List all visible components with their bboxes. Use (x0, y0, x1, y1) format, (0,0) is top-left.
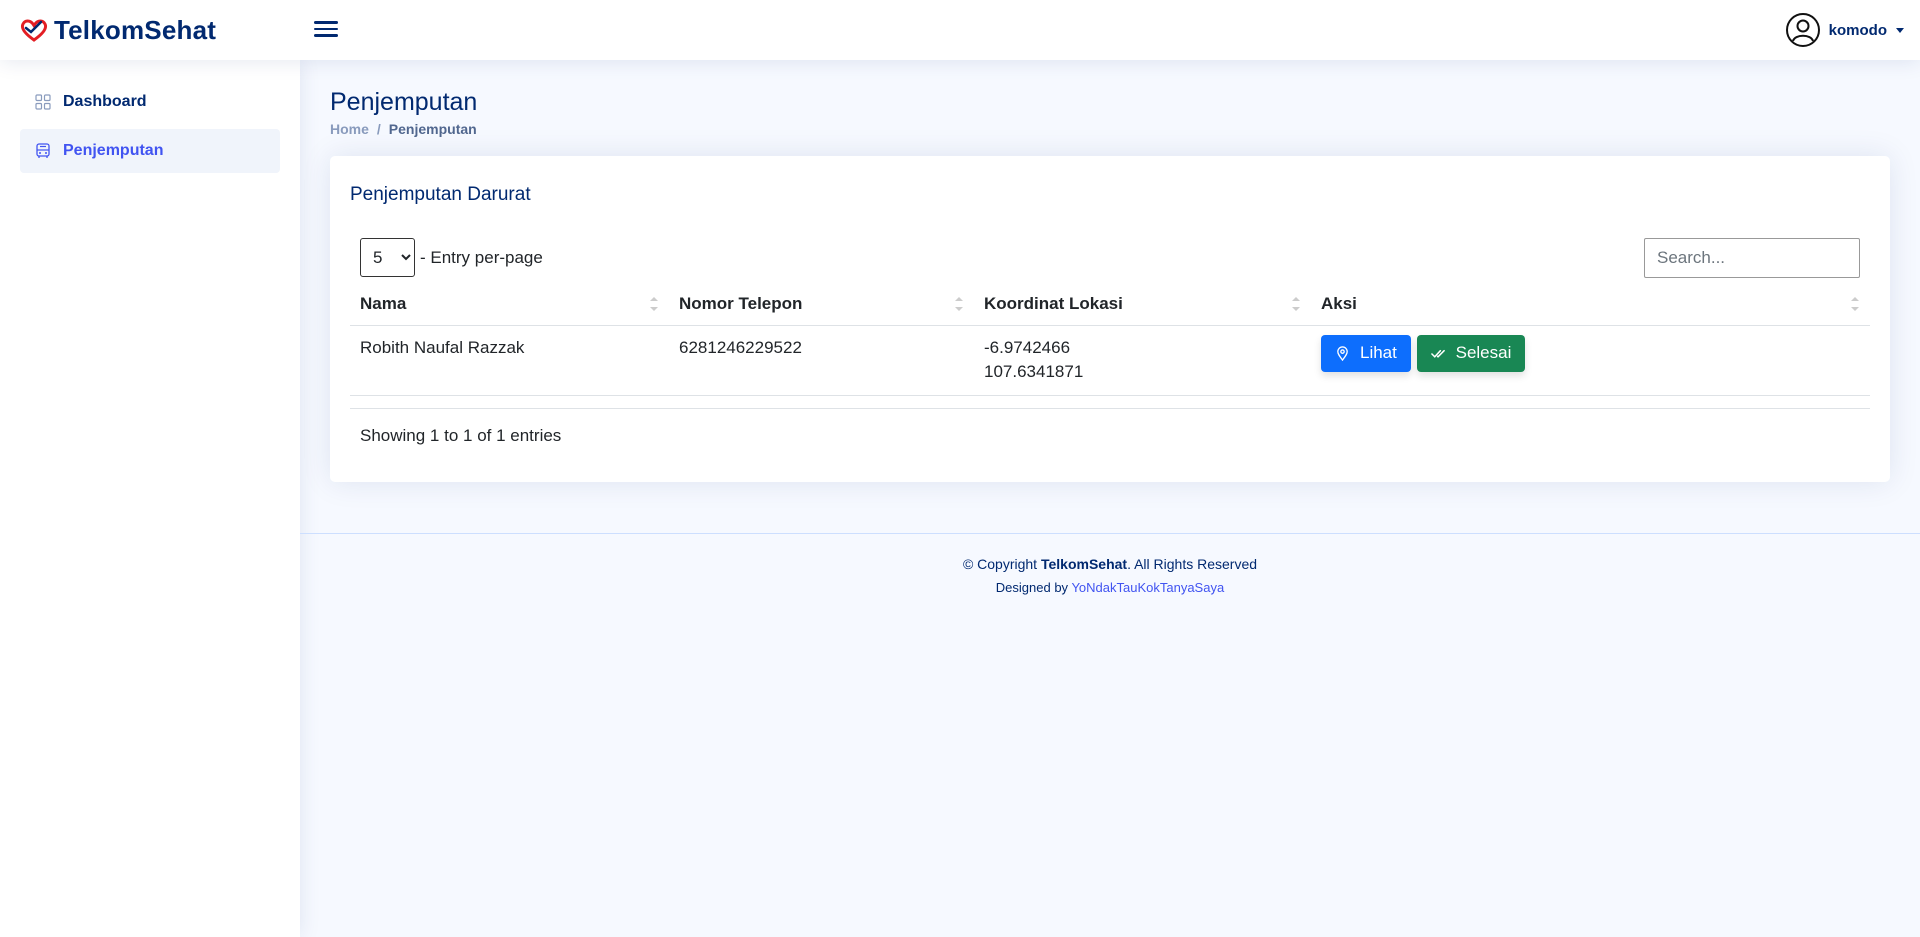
card-title: Penjemputan Darurat (350, 184, 531, 205)
sort-icon (1850, 293, 1860, 317)
brand-logo[interactable]: TelkomSehat (20, 13, 216, 47)
sort-icon (1291, 293, 1301, 317)
cell-aksi: Lihat Selesai (1311, 325, 1870, 396)
brand-name: TelkomSehat (54, 14, 217, 45)
sidebar: Dashboard Penjemputan (0, 60, 300, 937)
footer: © Copyright TelkomSehat. All Rights Rese… (300, 533, 1920, 595)
credits: Designed by YoNdakTauKokTanyaSaya (300, 580, 1920, 595)
entries-label: - Entry per-page (420, 247, 543, 267)
column-label: Nomor Telepon (679, 294, 803, 314)
profile-username: komodo (1828, 21, 1887, 39)
table-row: Robith Naufal Razzak 6281246229522 -6.97… (350, 325, 1870, 396)
sidebar-item-penjemputan[interactable]: Penjemputan (20, 129, 280, 173)
cell-koordinat: -6.9742466 107.6341871 (974, 325, 1311, 396)
pagination-info: Showing 1 to 1 of 1 entries (360, 426, 562, 445)
copyright: © Copyright TelkomSehat. All Rights Rese… (300, 556, 1920, 572)
breadcrumb-current: Penjemputan (388, 121, 477, 137)
column-header-telepon[interactable]: Nomor Telepon (669, 284, 974, 326)
heart-logo-icon (20, 19, 48, 42)
column-header-koordinat[interactable]: Koordinat Lokasi (974, 284, 1311, 326)
caret-down-icon (1896, 27, 1904, 33)
view-button-label: Lihat (1360, 343, 1397, 362)
breadcrumb: Home / Penjemputan (330, 121, 477, 137)
column-label: Koordinat Lokasi (984, 294, 1123, 314)
profile-dropdown[interactable]: komodo (1785, 11, 1904, 49)
entries-per-page: 5 - Entry per-page (360, 238, 543, 277)
top-header: TelkomSehat komodo (0, 0, 1920, 60)
breadcrumb-separator: / (376, 121, 381, 137)
map-pin-icon (1337, 345, 1348, 361)
table-bottom-divider (350, 408, 1870, 409)
cell-nama: Robith Naufal Razzak (350, 325, 669, 396)
copyright-brand: TelkomSehat (1040, 556, 1128, 572)
designer-link[interactable]: YoNdakTauKokTanyaSaya (1071, 580, 1224, 595)
page-title-block: Penjemputan Home / Penjemputan (330, 88, 477, 137)
column-label: Nama (360, 294, 407, 314)
done-button[interactable]: Selesai (1416, 334, 1526, 372)
pickup-card: Penjemputan Darurat 5 - Entry per-page N… (330, 156, 1890, 482)
bus-icon (36, 143, 50, 158)
sidebar-item-dashboard[interactable]: Dashboard (20, 80, 280, 124)
column-label: Aksi (1321, 294, 1357, 314)
grid-icon (35, 94, 51, 110)
main-content: Penjemputan Home / Penjemputan Penjemput… (300, 60, 1920, 937)
view-location-button[interactable]: Lihat (1321, 334, 1411, 372)
double-check-icon (1430, 349, 1445, 358)
search-input[interactable] (1644, 238, 1860, 278)
user-circle-icon (1785, 13, 1820, 47)
sort-icon (649, 293, 659, 317)
done-button-label: Selesai (1455, 343, 1512, 362)
pickup-table: Nama Nomor Telepon Koordinat Lokasi Aksi (350, 284, 1870, 396)
copyright-prefix: © Copyright (962, 556, 1038, 572)
sidebar-item-label: Penjemputan (63, 142, 164, 159)
copyright-suffix: . All Rights Reserved (1127, 556, 1258, 572)
column-header-aksi[interactable]: Aksi (1311, 284, 1870, 326)
breadcrumb-home[interactable]: Home (330, 121, 369, 137)
credits-label: Designed by (995, 580, 1069, 595)
latitude-value: -6.9742466 (984, 337, 1071, 357)
cell-telepon: 6281246229522 (669, 325, 974, 396)
entries-select[interactable]: 5 (360, 238, 415, 277)
sidebar-item-label: Dashboard (63, 93, 147, 110)
page-title: Penjemputan (330, 88, 478, 116)
longitude-value: 107.6341871 (984, 361, 1084, 381)
hamburger-menu-icon[interactable] (312, 17, 340, 43)
sort-icon (954, 293, 964, 317)
column-header-nama[interactable]: Nama (350, 284, 669, 326)
